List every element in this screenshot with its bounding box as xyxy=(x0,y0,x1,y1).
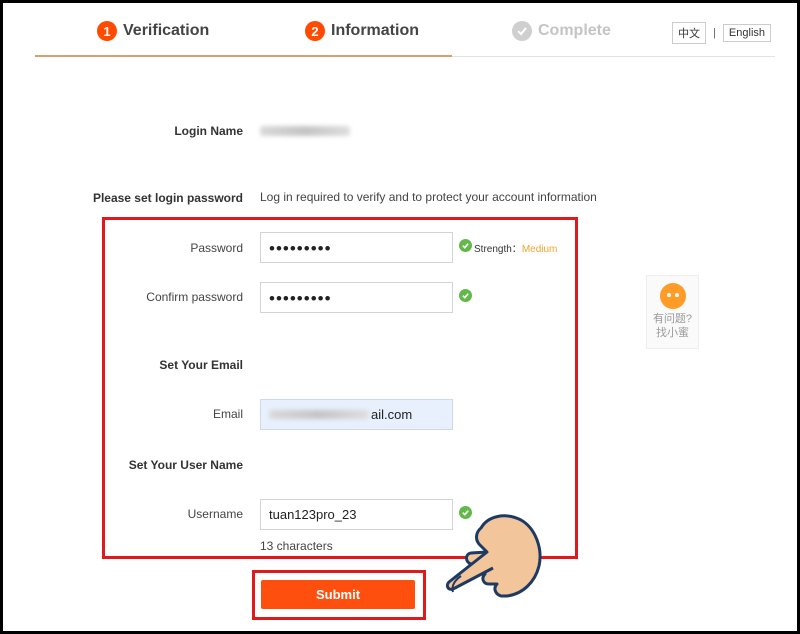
password-strength: Strength：Medium xyxy=(474,240,557,255)
step-complete: Complete xyxy=(512,21,611,41)
language-separator: | xyxy=(713,27,716,39)
registration-page: 1 Verification 2 Information Complete 中文… xyxy=(3,3,797,631)
help-assistant-widget[interactable]: 有问题? 找小蜜 xyxy=(646,275,699,349)
step-verification: 1 Verification xyxy=(97,21,209,41)
language-switcher: 中文 | English xyxy=(672,22,771,44)
password-section-label: Please set login password xyxy=(92,191,243,205)
strength-value: Medium xyxy=(521,244,558,255)
password-hint: Log in required to verify and to protect… xyxy=(260,190,597,204)
username-section-label: Set Your User Name xyxy=(128,458,243,472)
step-bar: 1 Verification 2 Information Complete xyxy=(35,17,775,57)
submit-button[interactable]: Submit xyxy=(261,580,415,609)
login-name-label: Login Name xyxy=(174,124,243,138)
email-section-label: Set Your Email xyxy=(159,358,243,372)
username-character-count: 13 characters xyxy=(260,539,333,553)
helper-line-2: 找小蜜 xyxy=(656,327,689,339)
email-label: Email xyxy=(212,407,243,421)
step-number-badge: 2 xyxy=(305,21,325,41)
step-label: Information xyxy=(331,22,419,39)
confirm-password-input[interactable]: ••••••••• xyxy=(260,282,453,313)
step-number-badge: 1 xyxy=(97,21,117,41)
login-name-value-blurred xyxy=(260,126,350,136)
step-label: Verification xyxy=(123,22,210,39)
step-information: 2 Information xyxy=(305,21,419,41)
email-input[interactable]: ail.com xyxy=(260,399,453,430)
password-valid-check-icon xyxy=(459,239,472,252)
strength-label: Strength： xyxy=(474,244,522,255)
helper-line-1: 有问题? xyxy=(652,313,693,325)
username-input[interactable]: tuan123pro_23 xyxy=(260,499,453,530)
confirm-valid-check-icon xyxy=(459,289,472,302)
language-chinese-button[interactable]: 中文 xyxy=(672,22,707,44)
email-value-blurred xyxy=(269,410,369,419)
step-label: Complete xyxy=(538,22,611,39)
confirm-password-label: Confirm password xyxy=(146,290,243,304)
username-label: Username xyxy=(187,507,243,521)
assistant-face-icon xyxy=(659,283,686,309)
password-input[interactable]: ••••••••• xyxy=(260,232,453,263)
check-icon xyxy=(512,21,532,41)
step-progress-line xyxy=(35,55,452,57)
pointing-hand-icon xyxy=(445,514,542,598)
password-label: Password xyxy=(190,241,243,255)
email-value-visible: ail.com xyxy=(371,407,413,422)
language-english-button[interactable]: English xyxy=(722,24,771,42)
